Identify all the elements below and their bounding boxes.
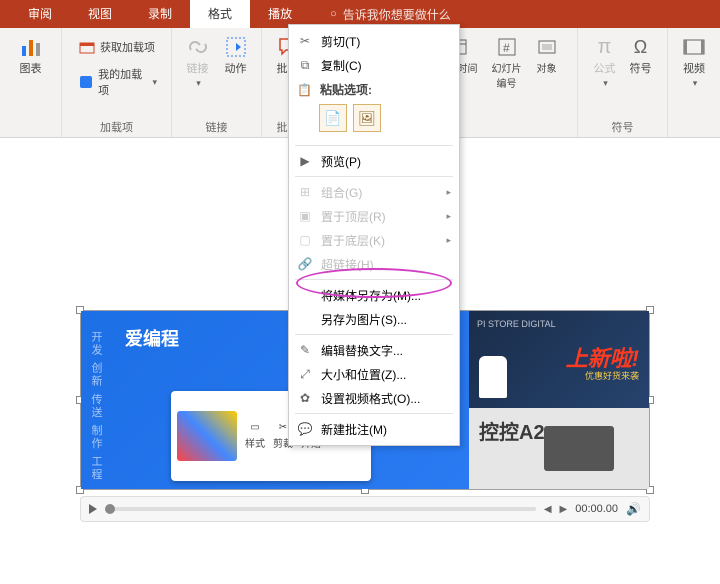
context-menu: ✂剪切(T) ⧉复制(C) 📋粘贴选项: 📄 🖼 ▶预览(P) ⊞组合(G)▸ …: [288, 24, 460, 446]
store-icon: [76, 36, 98, 58]
product-name: 控控A2: [479, 416, 545, 445]
volume-button[interactable]: 🔊: [626, 502, 641, 516]
object-icon: [536, 36, 558, 58]
cm-size-position[interactable]: ⤢大小和位置(Z)...: [289, 362, 459, 386]
time-display: 00:00.00: [575, 503, 618, 515]
cm-save-as-picture[interactable]: 另存为图片(S)...: [289, 307, 459, 331]
cm-edit-alt-text[interactable]: ✎编辑替换文字...: [289, 338, 459, 362]
cm-preview[interactable]: ▶预览(P): [289, 149, 459, 173]
cm-cut[interactable]: ✂剪切(T): [289, 29, 459, 53]
omega-icon: Ω: [630, 36, 652, 58]
front-icon: ▣: [297, 208, 313, 224]
group-icon: ⊞: [297, 184, 313, 200]
alttext-icon: ✎: [297, 342, 313, 358]
style-button[interactable]: ▭样式: [245, 422, 265, 450]
newcomment-icon: 💬: [297, 421, 313, 437]
store-badge: PI STORE DIGITAL: [477, 319, 641, 329]
symbol-group-label: 符号: [612, 117, 634, 135]
hash-icon: #: [496, 36, 518, 58]
get-addins-button[interactable]: 获取加载项: [72, 34, 159, 60]
slide-number-button[interactable]: # 幻灯片 编号: [488, 34, 526, 92]
svg-text:#: #: [503, 41, 510, 55]
cm-paste-options-label: 📋粘贴选项:: [289, 77, 459, 100]
video-button[interactable]: 视频: [679, 34, 709, 91]
object-button[interactable]: 对象: [532, 34, 562, 92]
play-icon: ▶: [297, 153, 313, 169]
play-button[interactable]: [89, 504, 97, 514]
tell-me-search[interactable]: 告诉我你想要做什么: [330, 6, 451, 23]
addins-group-label: 加载项: [100, 117, 133, 135]
cm-bring-front: ▣置于顶层(R)▸: [289, 204, 459, 228]
thumbnail: [177, 411, 237, 461]
equation-button[interactable]: π 公式: [590, 34, 620, 91]
action-icon: [225, 36, 247, 58]
skip-back-button[interactable]: ◀: [544, 504, 552, 515]
action-button[interactable]: 动作: [221, 34, 251, 91]
cm-format-video[interactable]: ✿设置视频格式(O)...: [289, 386, 459, 410]
link-button[interactable]: 链接: [183, 34, 213, 91]
seek-track[interactable]: [105, 507, 536, 511]
cm-group: ⊞组合(G)▸: [289, 180, 459, 204]
media-playbar: ◀ ▶ 00:00.00 🔊: [80, 496, 650, 522]
hyperlink-icon: 🔗: [297, 256, 313, 272]
back-icon: ▢: [297, 232, 313, 248]
video-right-pane: PI STORE DIGITAL 上新啦! 优惠好货来袭 控控A2: [469, 311, 649, 489]
tab-review[interactable]: 审阅: [10, 0, 70, 28]
symbol-button[interactable]: Ω 符号: [626, 34, 656, 91]
vertical-text: 开发 创新 传送 制作 工程: [87, 331, 105, 481]
promo-sub: 优惠好货来袭: [585, 369, 639, 382]
paste-picture[interactable]: 🖼: [353, 104, 381, 132]
tab-view[interactable]: 视图: [70, 0, 130, 28]
format-icon: ✿: [297, 390, 313, 406]
copy-icon: ⧉: [297, 57, 313, 73]
lamp-graphic: [479, 356, 507, 398]
cm-send-back: ▢置于底层(K)▸: [289, 228, 459, 252]
cm-copy[interactable]: ⧉复制(C): [289, 53, 459, 77]
paste-keep-formatting[interactable]: 📄: [319, 104, 347, 132]
tab-format[interactable]: 格式: [190, 0, 250, 28]
product-graphic: [544, 426, 614, 471]
size-icon: ⤢: [297, 366, 313, 382]
cm-hyperlink: 🔗超链接(H)...: [289, 252, 459, 276]
cm-new-comment[interactable]: 💬新建批注(M): [289, 417, 459, 441]
my-addins-button[interactable]: 我的加载项: [72, 64, 161, 100]
video-icon: [683, 36, 705, 58]
cut-icon: ✂: [297, 33, 313, 49]
chart-icon: [20, 36, 42, 58]
pi-icon: π: [594, 36, 616, 58]
link-group-label: 链接: [206, 117, 228, 135]
link-icon: [187, 36, 209, 58]
tab-record[interactable]: 录制: [130, 0, 190, 28]
cm-save-media-as[interactable]: 将媒体另存为(M)...: [289, 283, 459, 307]
addins-icon: [76, 71, 96, 93]
skip-fwd-button[interactable]: ▶: [560, 504, 568, 515]
chart-button[interactable]: 图表: [16, 34, 46, 78]
